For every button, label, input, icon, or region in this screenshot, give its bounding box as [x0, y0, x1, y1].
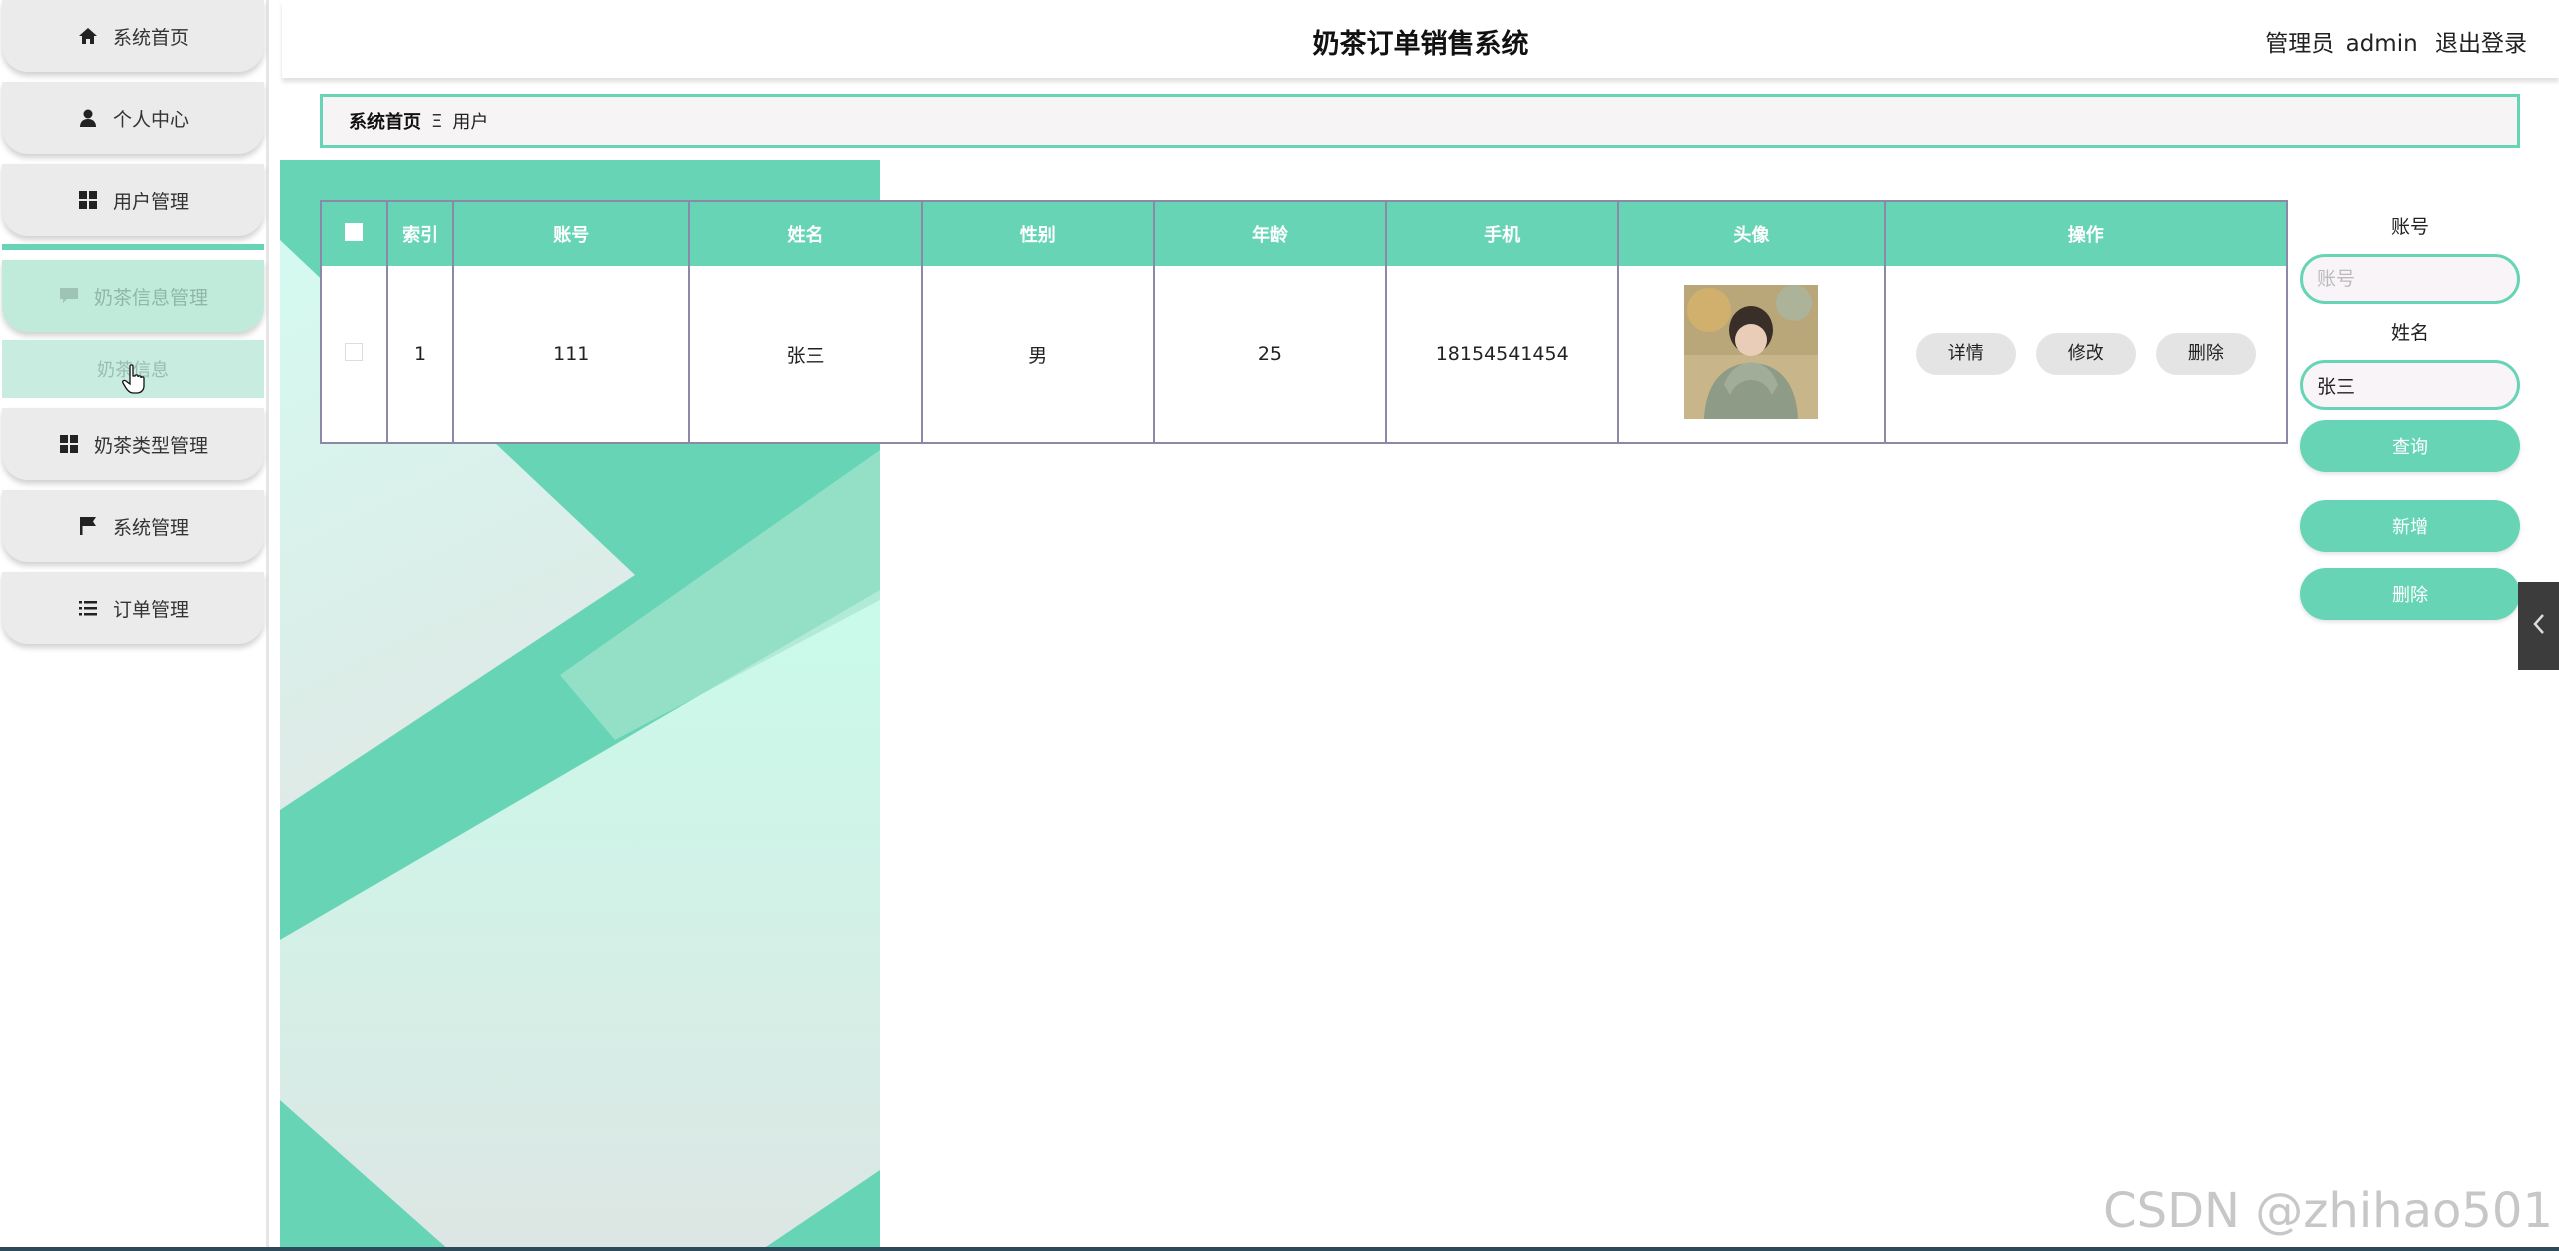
bottom-border — [0, 1247, 2559, 1251]
nav-label: 用户管理 — [112, 190, 189, 213]
nav-item-system-management[interactable]: 系统管理 — [2, 490, 264, 562]
name-label: 姓名 — [2390, 322, 2429, 344]
cell-age: 25 — [1153, 266, 1388, 442]
top-header: 奶茶订单销售系统 管理员 admin 退出登录 — [282, 0, 2559, 78]
nav-label: 订单管理 — [112, 598, 189, 621]
nav-item-milktea-info-management[interactable]: 奶茶信息管理 — [2, 260, 264, 332]
name-search-input[interactable] — [2300, 360, 2520, 410]
cell-phone: 18154541454 — [1386, 266, 1620, 442]
nav-label: 奶茶类型管理 — [93, 434, 208, 457]
grid-icon — [58, 433, 80, 455]
user-area: 管理员 admin 退出登录 — [2265, 24, 2527, 58]
select-all-cell — [322, 202, 389, 266]
batch-delete-button[interactable]: 删除 — [2300, 568, 2520, 620]
nav-item-milktea-type-management[interactable]: 奶茶类型管理 — [2, 408, 264, 480]
row-checkbox[interactable] — [345, 342, 364, 361]
user-role: 管理员 — [2265, 31, 2335, 57]
table-header-row: 索引 账号 姓名 性别 年龄 手机 头像 操作 — [322, 202, 2286, 266]
hand-cursor-icon — [122, 364, 146, 398]
avatar — [1684, 284, 1819, 419]
grid-icon — [77, 189, 99, 211]
person-icon — [77, 107, 99, 129]
breadcrumb: 系统首页 Ξ 用户 — [320, 94, 2520, 148]
account-search-input[interactable] — [2300, 254, 2520, 304]
cell-name: 张三 — [689, 266, 923, 442]
sidebar: 系统首页 个人中心 用户管理 奶茶信息管理 奶茶信息 — [0, 0, 269, 1251]
edit-button[interactable]: 修改 — [2035, 333, 2136, 375]
nav-item-home[interactable]: 系统首页 — [2, 0, 264, 72]
app-title: 奶茶订单销售系统 — [1312, 29, 1529, 60]
table-row: 1 111 张三 男 25 18154541454 详情 修改 删除 — [322, 266, 2286, 442]
nav-item-user-management[interactable]: 用户管理 — [2, 164, 264, 236]
column-header: 索引 — [387, 202, 455, 266]
column-header: 姓名 — [689, 202, 923, 266]
breadcrumb-current: 用户 — [452, 112, 489, 133]
column-header: 年龄 — [1153, 202, 1388, 266]
account-label: 账号 — [2390, 216, 2429, 238]
select-all-checkbox[interactable] — [345, 222, 364, 241]
column-header: 头像 — [1618, 202, 1886, 266]
column-header: 操作 — [1884, 202, 2286, 266]
breadcrumb-home[interactable]: 系统首页 — [349, 108, 421, 134]
flag-icon — [77, 515, 99, 537]
nav-label: 系统首页 — [112, 26, 189, 49]
add-button[interactable]: 新增 — [2300, 500, 2520, 552]
nav-item-personal-center[interactable]: 个人中心 — [2, 82, 264, 154]
list-icon — [77, 597, 99, 619]
cell-account: 111 — [453, 266, 691, 442]
chevron-left-icon — [2532, 613, 2546, 639]
query-button[interactable]: 查询 — [2300, 420, 2520, 472]
user-table: 索引 账号 姓名 性别 年龄 手机 头像 操作 1 111 张三 男 25 18… — [320, 200, 2288, 444]
nav-label: 奶茶信息管理 — [93, 286, 208, 309]
logout-link[interactable]: 退出登录 — [2435, 31, 2527, 57]
delete-row-button[interactable]: 删除 — [2155, 333, 2256, 375]
cell-gender: 男 — [921, 266, 1155, 442]
comment-icon — [58, 285, 80, 307]
home-icon — [77, 25, 99, 47]
breadcrumb-separator: Ξ — [431, 110, 443, 132]
cell-actions: 详情 修改 删除 — [1885, 266, 2286, 442]
column-header: 手机 — [1386, 202, 1620, 266]
nav-label: 个人中心 — [112, 108, 189, 131]
page: 系统首页 个人中心 用户管理 奶茶信息管理 奶茶信息 — [0, 0, 2559, 1251]
collapse-toggle[interactable] — [2518, 582, 2559, 670]
row-select-cell — [322, 266, 389, 442]
column-header: 账号 — [453, 202, 691, 266]
user-name: admin — [2345, 31, 2418, 57]
nav-label: 系统管理 — [112, 516, 189, 539]
watermark: CSDN @zhihao501 — [2103, 1183, 2553, 1239]
cell-index: 1 — [387, 266, 455, 442]
active-indicator — [2, 244, 264, 250]
nav-item-order-management[interactable]: 订单管理 — [2, 572, 264, 644]
detail-button[interactable]: 详情 — [1915, 333, 2016, 375]
column-header: 性别 — [921, 202, 1155, 266]
cell-avatar — [1618, 266, 1886, 442]
